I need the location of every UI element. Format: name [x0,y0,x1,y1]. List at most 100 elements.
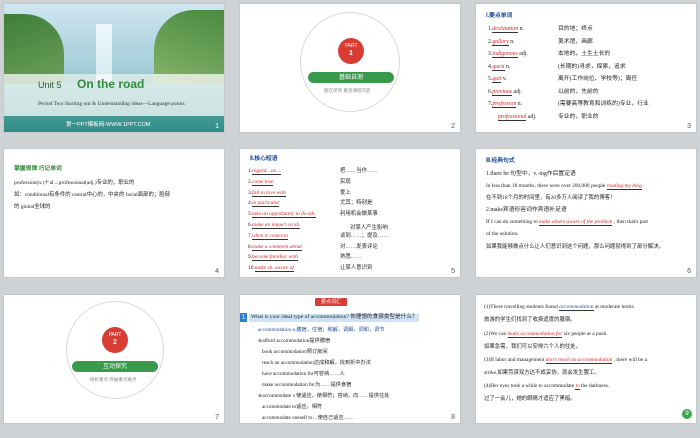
vocab-row: 2.gallery n. [488,38,515,46]
phrase-row: 9.become familiar with [248,254,298,262]
part-number: 2 [113,338,117,346]
sentence-end: . [643,183,645,189]
slide-thumbnail-3[interactable]: Ⅰ.要点单词 3 1.destination n. 目的地；终点 2.gallery… [475,3,697,133]
phrase-row: 4.in particular [248,200,280,208]
exercise-line: (4)Her eyes took a while to accommodate … [484,383,610,390]
section-heading: Ⅰ.要点单词 [486,13,513,19]
part-of-speech: v. [501,76,507,82]
slide-thumbnail-2[interactable]: PART 1 基础自测 题在单项 重温课程内容 2 [239,3,461,133]
sentence-text: In less than 18 months, there were over … [486,183,606,189]
sentence-end: the darkness. [581,383,610,389]
vocab-meaning: 专业的，职业的 [558,113,599,120]
exercise-line: (2)We can make accommodation for six peo… [484,331,608,338]
phrase-meaning: 谈到……；提及…… [340,232,389,239]
phrase-row: 3.fall in love with [248,189,286,197]
phrase-meaning: 实现 [340,178,351,185]
answer-phrase: make sb. aware of [254,265,294,273]
part-of-speech: n. [504,63,511,70]
part-number: 1 [349,49,353,57]
phrase-row: 7.when it comes to [248,232,289,240]
vocab-meaning: 本地的，土生土长的 [558,51,611,57]
answer-word: professional [498,113,527,121]
vocab-meaning: 离开(工作岗位、学校等)；离任 [558,76,638,82]
body-line: 的 global全球的 [14,204,51,210]
answer-word: previous [492,88,513,96]
part-of-speech: adj. [526,113,537,120]
phrase-row: 2.come true [248,178,274,186]
phrase-meaning: 把……当作…… [340,168,378,174]
vocab-meaning: 以前的，先前的 [558,88,599,95]
phrase-meaning: 利用机会做某事 [340,211,378,218]
section-heading: Ⅱ.核心短语 [250,156,278,162]
body-line: If I can do something to make others awa… [486,219,648,226]
page-number: 7 [215,414,219,421]
answer-phrase: make a comment about [252,243,302,251]
vocab-row: 1.destination n. [488,26,524,33]
collocation-line: reach an accommodation达成和解，找到折中办法 [262,360,371,366]
part-of-speech: n. [518,26,524,32]
part-label: PART [108,332,122,338]
answer-word: profession [492,101,517,108]
answer-blank: make others aware of the problem [539,219,613,226]
section-tag: 要点词汇 [315,298,348,306]
period-subtitle: Period Two Starting out & Understanding … [38,101,185,107]
page-number: 6 [687,268,691,275]
phrase-row: 8.make a comment about [248,243,302,251]
collocation-line: ※afford accommodation提供膳宿 [258,338,331,344]
translation-line: 过了一会儿，她的眼睛才适应了黑暗。 [484,396,576,402]
vocab-meaning: (需要高等教育和训练的)专业，行业 [558,101,649,107]
slide-thumbnail-8[interactable]: 要点词汇 1 What is your ideal type of accomm… [239,294,461,424]
sentence-text: (2)We can [484,331,507,337]
question-line: What is your ideal type of accommodation… [249,314,420,322]
slide-thumbnail-1[interactable]: Unit 5 On the road Period Two Starting o… [3,3,225,133]
page-number: 5 [451,268,455,275]
section-heading: 掌握规律 巧记单词 [14,166,62,172]
body-line: profession(n.)＋al→professional(adj.)专业的，… [14,180,135,186]
collocation-line: accommodate oneself to…使自己适应…… [262,415,354,421]
phrase-row: 1.regard…as… [248,168,281,175]
phrase-meaning: 让某人意识到 [340,265,373,272]
slide-thumbnail-6[interactable]: Ⅲ.经典句式 1.there be 句型中，v.-ing作后置定语 In les… [475,148,697,278]
answer-phrase: take an opportunity to do sth. [252,211,316,219]
slide-thumbnail-4[interactable]: 掌握规律 巧记单词 profession(n.)＋al→professional… [3,148,225,278]
collocation-line: have accommodation for可容纳……人 [262,371,345,377]
translation-line: 如果我能够做点什么让人们意识到这个问题，那么问题就得到了部分解决。 [486,244,664,250]
body-line: of the solution. [486,231,519,237]
vocab-row: 3.indigenous adj. [488,51,528,58]
collocation-line: accommodate to适应，相符 [262,404,323,410]
answer-phrase: make an impact on sb. [252,222,301,229]
answer-phrase: regard…as… [252,168,281,175]
answer-blank: reading my blog [606,183,642,190]
vocab-row: 6.previous adj. [488,88,523,96]
translation-line: 如果急需，我们可以安排六个人的住处。 [484,344,582,350]
vocab-meaning: 美术馆，画廊 [558,38,593,45]
answer-word: quest [492,63,505,71]
phrase-row: 6.make an impact on sb. [248,222,301,229]
answer-blank: to [575,383,580,390]
definition-line: accommodation n.膳宿，住宿；和解，调解，调和，调节 [258,327,385,333]
answer-blank: make accommodation for [507,331,563,338]
slide-thumbnail-7[interactable]: PART 2 互动探究 研析重点 突破重点难点 7 [3,294,225,424]
part-of-speech: adj. [517,51,528,57]
slide-title: On the road [77,77,145,91]
vocab-row: 7.profession n. [488,101,523,108]
page-number: 2 [451,123,455,130]
vocab-row: professional adj. [498,113,537,121]
slide-thumbnail-5[interactable]: Ⅱ.核心短语 5 1.regard…as… 把……当作…… 2.come true 实… [239,148,461,278]
sentence-end: , there will be a [613,357,648,363]
sentence-end: at moderate terms. [594,304,635,310]
collocation-line: book accommodation预订房间 [262,349,328,355]
row-number: 10. [248,265,255,272]
section-title-bar: 互动探究 [72,361,158,372]
slide-thumbnail-9[interactable]: (1)There travelling students found accom… [475,294,697,424]
section-caption: 题在单项 重温课程内容 [324,89,371,94]
sentence-text: (1)There travelling students found [484,304,558,310]
part-of-speech: n. [508,38,515,45]
answer-phrase: become familiar with [252,254,298,262]
part-badge: PART 1 [338,38,364,64]
part-of-speech: n. [516,101,523,107]
translation-line: strike.如果劳资双方达不成妥协，就会发生罢工。 [484,370,600,376]
part-of-speech: adj. [512,88,523,95]
page-number: 4 [215,268,219,275]
exercise-line: (1)There travelling students found accom… [484,304,635,311]
